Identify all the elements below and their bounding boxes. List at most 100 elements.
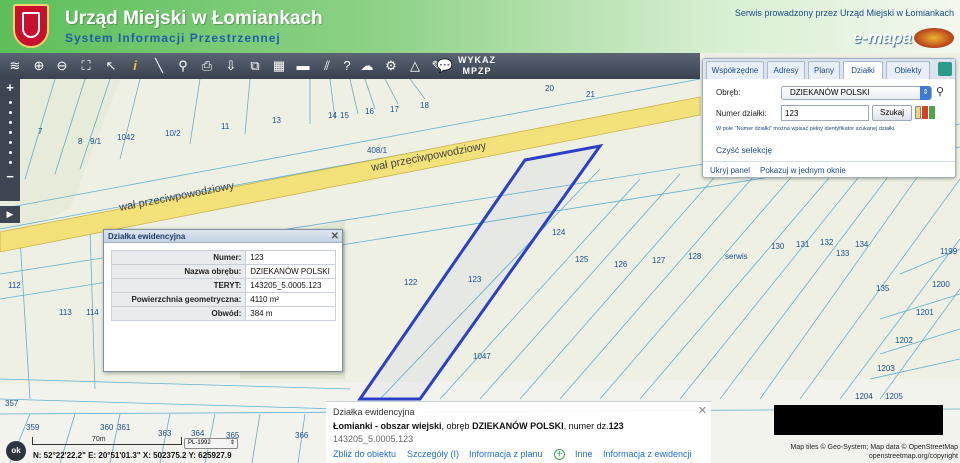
parcel-label-112: 112 xyxy=(8,281,21,290)
parcel-label-128: 128 xyxy=(688,252,702,261)
tab-plany[interactable]: Plany xyxy=(808,61,840,79)
obreb-value: DZIEKANÓW POLSKI xyxy=(790,88,870,97)
help-icon[interactable]: ? xyxy=(338,57,356,75)
show-one-window-link[interactable]: Pokazuj w jednym oknie xyxy=(760,166,846,175)
ok-button[interactable]: ok xyxy=(6,441,26,461)
attr-key: Numer: xyxy=(110,250,247,265)
plus-icon[interactable]: + xyxy=(554,449,565,460)
search-hint: W pole "Numer działki" można wpisać pełn… xyxy=(716,126,896,132)
wykaz-label: WYKAZ xyxy=(458,55,496,65)
search-icon[interactable]: ⚲ xyxy=(936,85,944,98)
zoom-level-tick[interactable] xyxy=(8,161,12,164)
search-panel: Współrzędne Adresy Plany Działki Obiekty… xyxy=(702,58,956,178)
zoom-out-icon[interactable]: ⊖ xyxy=(53,57,71,75)
attribution-line2[interactable]: openstreetmap.org/copyright xyxy=(791,452,958,461)
tab-adresy[interactable]: Adresy xyxy=(767,61,805,79)
parcel-label-10-2: 10/2 xyxy=(165,129,181,138)
window-icon[interactable]: ▬ xyxy=(294,57,312,75)
plan-info-link[interactable]: Informacja z planu xyxy=(469,449,543,459)
table-row: Numer: 123 xyxy=(110,250,336,265)
parcel-label-113: 113 xyxy=(59,308,72,317)
zoom-plus-button[interactable]: + xyxy=(0,81,20,94)
selected-parcel-123[interactable] xyxy=(357,143,604,401)
info-icon[interactable]: i xyxy=(126,57,144,75)
parcel-label-127: 127 xyxy=(652,256,666,265)
szukaj-button[interactable]: Szukaj xyxy=(872,105,912,121)
parcel-label-366: 366 xyxy=(295,431,309,440)
close-icon[interactable]: ✕ xyxy=(331,230,339,243)
tab-obiekty[interactable]: Obiekty xyxy=(886,61,930,79)
parcel-label-21: 21 xyxy=(586,90,595,99)
cursor-coordinates: N: 52°22'22.2" E: 20°51'01.3" X: 502375.… xyxy=(33,451,232,460)
parcel-label-357: 357 xyxy=(5,399,19,408)
info-teryt: 143205_5.0005.123 xyxy=(333,434,414,444)
color-swatch-red[interactable] xyxy=(922,106,928,119)
parcel-label-126: 126 xyxy=(614,260,628,269)
close-icon[interactable]: ✕ xyxy=(698,404,707,417)
parcel-label-132: 132 xyxy=(820,238,834,247)
settings-icon[interactable]: ⚙ xyxy=(382,57,400,75)
zoom-minus-button[interactable]: − xyxy=(0,170,20,183)
parcel-label-135: 135 xyxy=(876,284,890,293)
print-icon[interactable]: ⎙ xyxy=(198,57,216,75)
numer-dzialki-input[interactable] xyxy=(781,105,869,121)
full-extent-icon[interactable]: ⛶ xyxy=(77,57,95,75)
color-swatch-yellow[interactable] xyxy=(915,106,921,119)
panel-divider xyxy=(703,161,955,162)
parcel-label-1203: 1203 xyxy=(877,364,895,373)
hide-panel-link[interactable]: Ukryj panel xyxy=(710,166,750,175)
table-row: Obwód: 384 m xyxy=(110,306,336,321)
brand-logo-icon xyxy=(914,28,954,48)
color-swatch-green[interactable] xyxy=(929,106,935,119)
attr-key: Obwód: xyxy=(110,306,247,321)
parcel-label-408-1: 408/1 xyxy=(367,146,388,155)
measure-icon[interactable]: ╲ xyxy=(150,57,168,75)
zoom-level-tick[interactable] xyxy=(8,101,12,104)
zoom-level-tick[interactable] xyxy=(8,141,12,144)
export-icon[interactable]: ⧉ xyxy=(246,57,264,75)
obreb-select[interactable]: DZIEKANÓW POLSKI ⇕ xyxy=(781,86,932,100)
attribution-line1: Map tiles © Geo-System; Map data © OpenS… xyxy=(790,444,959,451)
terrain-icon[interactable]: △ xyxy=(406,57,424,75)
cloud-icon[interactable]: ☁ xyxy=(358,57,376,75)
parcel-label-133: 133 xyxy=(836,249,850,258)
parcel-label-7: 7 xyxy=(38,127,43,136)
parcel-label-1201: 1201 xyxy=(916,308,934,317)
download-icon[interactable]: ⇩ xyxy=(222,57,240,75)
parcel-label-9-1: 9/1 xyxy=(90,137,102,146)
registry-info-link[interactable]: Informacja z ewidencji xyxy=(603,449,692,459)
zoom-in-icon[interactable]: ⊕ xyxy=(30,57,48,75)
zoom-slider[interactable]: + − xyxy=(0,79,20,201)
zoom-to-object-link[interactable]: Zbliż do obiektu xyxy=(333,449,396,459)
parcel-label-1042: 1042 xyxy=(117,133,135,142)
obreb-label: Obręb: xyxy=(716,88,741,97)
parcel-info-popup: Działka ewidencyjna ✕ Numer: 123 Nazwa o… xyxy=(103,229,343,372)
service-note: Serwis prowadzony przez Urząd Miejski w … xyxy=(734,8,954,18)
link-icon[interactable]: ⚲ xyxy=(174,57,192,75)
parcel-label-134: 134 xyxy=(855,240,869,249)
info-description: Łomianki - obszar wiejski, obręb DZIEKAN… xyxy=(333,421,624,431)
layers-icon[interactable]: ≋ xyxy=(6,57,24,75)
hatch-icon[interactable]: ⫽ xyxy=(318,57,336,75)
attr-key: TERYT: xyxy=(110,278,247,293)
other-link[interactable]: Inne xyxy=(575,449,593,459)
popup-title: Działka ewidencyjna xyxy=(108,232,186,241)
zoom-level-tick[interactable] xyxy=(8,131,12,134)
tab-dzialki[interactable]: Działki xyxy=(843,61,883,79)
crs-select[interactable]: PL-1992 ⇕ xyxy=(184,438,238,449)
zoom-level-tick[interactable] xyxy=(8,121,12,124)
tab-wspolrzedne[interactable]: Współrzędne xyxy=(706,61,764,79)
wykaz-mpzp-button[interactable]: WYKAZ MPZP xyxy=(452,55,502,77)
info-type: Działka ewidencyjna xyxy=(333,407,415,417)
layout-icon[interactable]: ▦ xyxy=(270,57,288,75)
clear-selection-link[interactable]: Czyść selekcję xyxy=(716,145,772,155)
parcel-label-1199: 1199 xyxy=(940,247,958,256)
table-row: Nazwa obrębu: DZIEKANÓW POLSKI xyxy=(110,264,336,279)
select-icon[interactable]: ↖ xyxy=(102,57,120,75)
attr-value: 143205_5.0005.123 xyxy=(245,278,336,293)
zoom-level-tick[interactable] xyxy=(8,111,12,114)
parcel-label-125: 125 xyxy=(575,255,589,264)
zoom-level-tick[interactable] xyxy=(8,151,12,154)
expand-arrow-icon[interactable]: ▶ xyxy=(0,206,20,223)
details-link[interactable]: Szczegóły (I) xyxy=(407,449,459,459)
